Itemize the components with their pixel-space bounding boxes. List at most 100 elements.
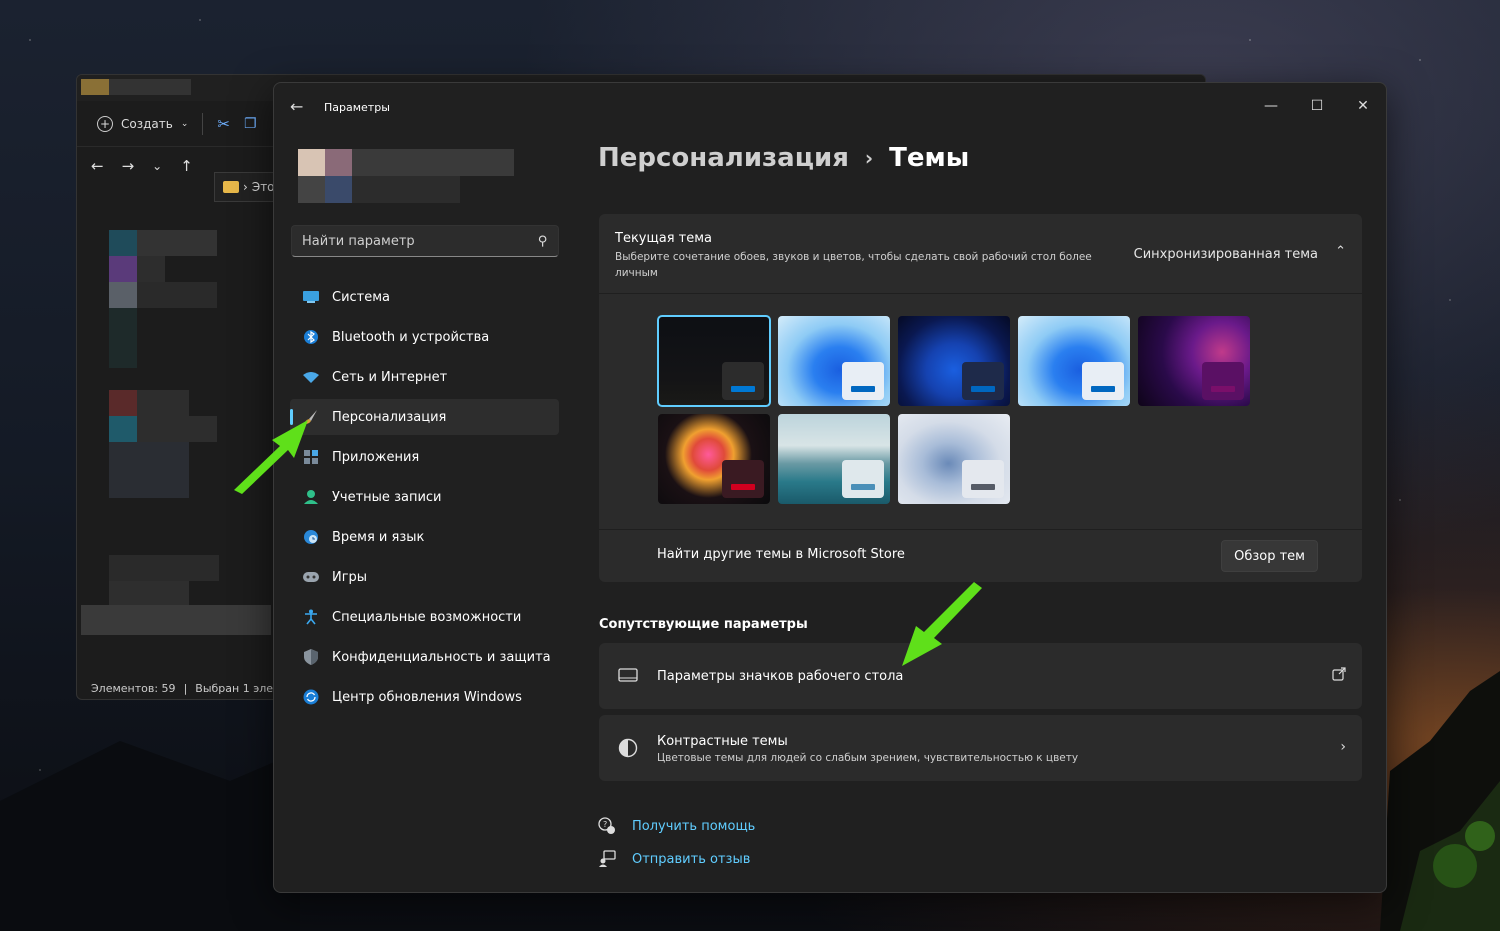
annotation-arrow-desktop-icons <box>902 582 982 666</box>
nav-item-windows-update[interactable]: Центр обновления Windows <box>290 679 559 715</box>
get-help-label[interactable]: Получить помощь <box>632 819 755 834</box>
explorer-create-label: Создать <box>121 116 173 131</box>
bluetooth-icon <box>302 328 320 346</box>
theme-badge <box>1202 362 1244 400</box>
desktop-icon-settings-title: Параметры значков рабочего стола <box>657 669 904 684</box>
nav-item-time-language[interactable]: Время и язык <box>290 519 559 555</box>
current-theme-value: Синхронизированная тема <box>1133 247 1318 262</box>
nav-item-label: Учетные записи <box>332 489 442 505</box>
theme-thumb-captured-motion[interactable] <box>658 414 770 504</box>
settings-titlebar: ← Параметры — ☐ ✕ <box>274 83 1386 131</box>
plus-icon: + <box>97 115 113 132</box>
chevron-right-icon: › <box>1340 739 1346 755</box>
nav-item-network[interactable]: Сеть и Интернет <box>290 359 559 395</box>
theme-thumb-glow[interactable] <box>1138 316 1250 406</box>
nav-item-accessibility[interactable]: Специальные возможности <box>290 599 559 635</box>
back-arrow-icon[interactable]: ← <box>290 97 303 116</box>
theme-thumb-sunrise[interactable] <box>778 414 890 504</box>
chevron-down-icon: ⌄ <box>180 118 189 129</box>
send-feedback-label[interactable]: Отправить отзыв <box>632 852 750 867</box>
theme-accent-bar <box>731 386 755 392</box>
clock-globe-icon <box>302 528 320 546</box>
theme-thumb-dark[interactable] <box>657 315 771 407</box>
contrast-themes-row[interactable]: Контрастные темы Цветовые темы для людей… <box>599 715 1362 781</box>
update-icon <box>302 688 320 706</box>
theme-thumb-flow[interactable] <box>898 414 1010 504</box>
contrast-themes-title: Контрастные темы <box>657 734 788 749</box>
copy-icon[interactable]: ❐ <box>244 116 257 132</box>
store-label: Найти другие темы в Microsoft Store <box>657 547 905 562</box>
theme-accent-bar <box>1211 386 1235 392</box>
breadcrumb: Персонализация › Темы <box>598 143 969 173</box>
theme-badge <box>962 362 1004 400</box>
theme-accent-bar <box>851 386 875 392</box>
current-theme-description: Выберите сочетание обоев, звуков и цвето… <box>615 251 1092 279</box>
theme-thumb-windows-blue[interactable] <box>1018 316 1130 406</box>
get-help-link[interactable]: ? Получить помощь <box>598 817 755 835</box>
folder-icon <box>223 181 239 193</box>
theme-badge <box>722 362 764 400</box>
app-title: Параметры <box>324 101 390 114</box>
nav-item-label: Время и язык <box>332 529 425 545</box>
nav-item-label: Центр обновления Windows <box>332 689 522 705</box>
breadcrumb-chevron-icon: › <box>243 180 248 194</box>
feedback-icon <box>598 850 616 868</box>
theme-accent-bar <box>971 386 995 392</box>
nav-item-label: Игры <box>332 569 368 585</box>
settings-search-box[interactable]: ⚲ <box>291 225 559 257</box>
toolbar-divider <box>202 112 204 135</box>
explorer-item-count: Элементов: 59 <box>91 682 176 695</box>
minimize-button[interactable]: — <box>1256 91 1286 121</box>
explorer-selected-count: Выбран 1 элем <box>195 682 282 695</box>
maximize-button[interactable]: ☐ <box>1302 91 1332 121</box>
nav-item-accounts[interactable]: Учетные записи <box>290 479 559 515</box>
theme-gallery <box>599 294 1362 530</box>
annotation-arrow-personalization <box>234 420 308 494</box>
theme-accent-bar <box>971 484 995 490</box>
nav-item-label: Bluetooth и устройства <box>332 329 490 345</box>
nav-item-label: Сеть и Интернет <box>332 369 448 385</box>
contrast-themes-subtitle: Цветовые темы для людей со слабым зрение… <box>657 752 1079 764</box>
nav-item-label: Персонализация <box>332 409 447 425</box>
nav-item-system[interactable]: Система <box>290 279 559 315</box>
explorer-address-text: Это <box>251 180 275 194</box>
open-external-icon <box>1332 667 1346 685</box>
search-input[interactable] <box>302 233 502 249</box>
theme-badge <box>722 460 764 498</box>
user-profile-blurred[interactable] <box>298 149 514 205</box>
nav-item-gaming[interactable]: Игры <box>290 559 559 595</box>
nav-item-label: Система <box>332 289 391 305</box>
current-theme-header[interactable]: Текущая тема Выберите сочетание обоев, з… <box>599 214 1362 294</box>
theme-badge <box>842 460 884 498</box>
shield-icon <box>302 648 320 666</box>
wifi-icon <box>302 368 320 386</box>
history-chevron-icon[interactable]: ⌄ <box>152 159 162 173</box>
settings-window: ← Параметры — ☐ ✕ ⚲ Система Bluetooth и … <box>273 82 1387 893</box>
gamepad-icon <box>302 568 320 586</box>
breadcrumb-parent[interactable]: Персонализация <box>598 143 849 173</box>
up-arrow-icon[interactable]: ↑ <box>180 157 193 175</box>
nav-item-bluetooth[interactable]: Bluetooth и устройства <box>290 319 559 355</box>
theme-accent-bar <box>851 484 875 490</box>
nav-item-apps[interactable]: Приложения <box>290 439 559 475</box>
browse-themes-button[interactable]: Обзор тем <box>1221 540 1318 572</box>
page-title: Темы <box>889 143 970 173</box>
related-settings-title: Сопутствующие параметры <box>599 617 808 632</box>
search-icon[interactable]: ⚲ <box>538 234 548 249</box>
chevron-up-icon[interactable]: ⌃ <box>1335 244 1346 259</box>
scissors-icon[interactable]: ✂ <box>217 115 230 133</box>
contrast-icon <box>617 737 639 759</box>
nav-item-label: Специальные возможности <box>332 609 522 625</box>
forward-arrow-icon[interactable]: → <box>122 157 135 175</box>
nav-item-privacy[interactable]: Конфиденциальность и защита <box>290 639 559 675</box>
nav-item-personalization[interactable]: Персонализация <box>290 399 559 435</box>
status-divider: | <box>183 682 188 695</box>
theme-thumb-windows-light[interactable] <box>778 316 890 406</box>
back-arrow-icon[interactable]: ← <box>91 157 104 175</box>
theme-thumb-windows-dark[interactable] <box>898 316 1010 406</box>
theme-badge <box>1082 362 1124 400</box>
close-button[interactable]: ✕ <box>1348 91 1378 121</box>
theme-badge <box>842 362 884 400</box>
send-feedback-link[interactable]: Отправить отзыв <box>598 850 750 868</box>
explorer-create-button[interactable]: + Создать ⌄ <box>97 115 189 132</box>
